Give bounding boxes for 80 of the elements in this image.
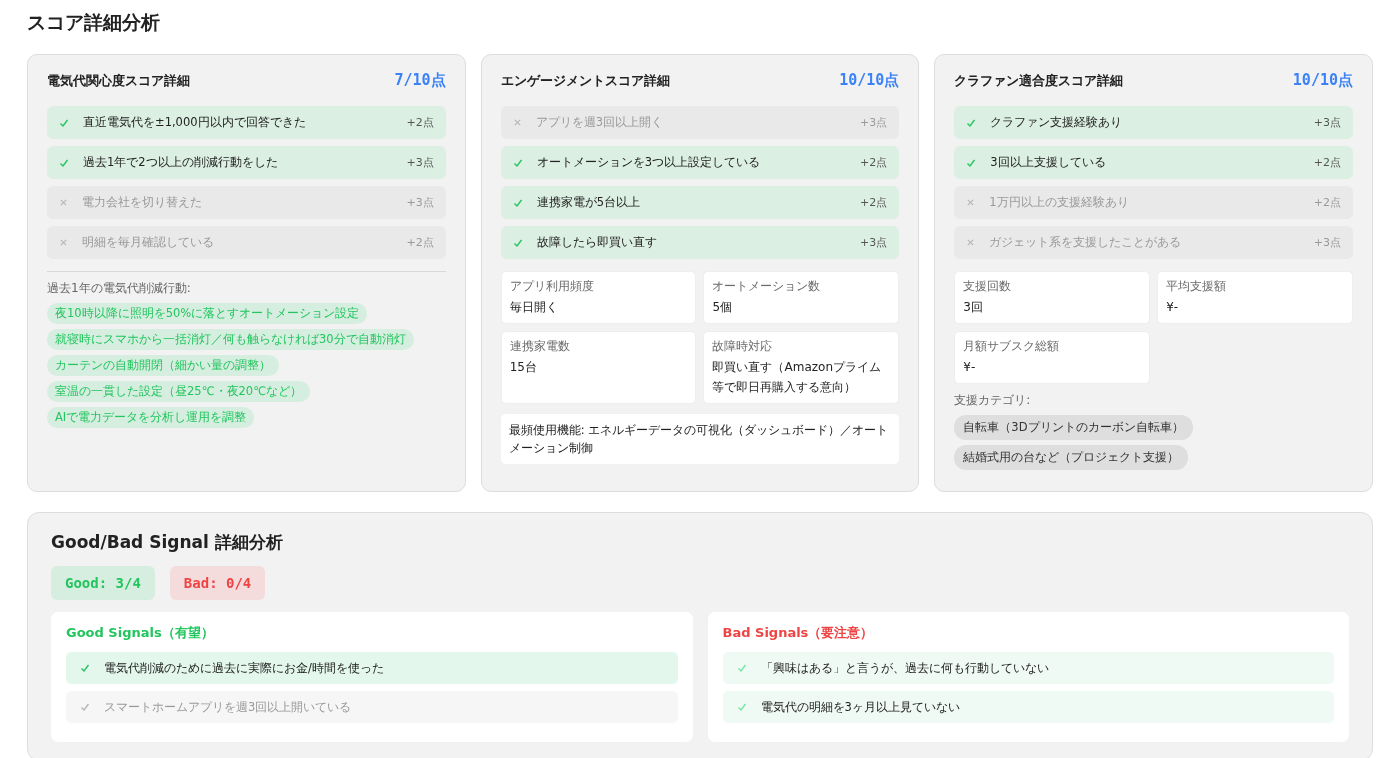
points: +3点 <box>406 155 434 170</box>
stat-value: 毎日開く <box>509 299 559 316</box>
feature-note: 最頻使用機能: エネルギーデータの可視化（ダッシュボード）／オートメーション制御 <box>500 414 900 464</box>
stat-value: ¥- <box>963 359 977 376</box>
score: 10/10点 <box>839 71 900 90</box>
criterion-row: 直近電気代を±1,000円以内で回答できた +2点 <box>47 106 446 139</box>
points: +3点 <box>860 235 888 250</box>
points: +2点 <box>1313 155 1341 170</box>
card-title: エンゲージメントスコア詳細 <box>500 71 670 90</box>
stat-label: 平均支援額 <box>1166 278 1228 295</box>
points: +2点 <box>860 195 888 210</box>
card-title: 電気代関心度スコア詳細 <box>47 71 190 90</box>
points: +2点 <box>1313 195 1341 210</box>
page-title: スコア詳細分析 <box>27 10 161 35</box>
stat-value: 即買い直す（Amazonプライム等で即日再購入する意向） <box>712 359 882 396</box>
tags-label: 支援カテゴリ: <box>954 392 1032 409</box>
stat-label: オートメーション数 <box>712 278 822 295</box>
check-icon <box>512 157 523 168</box>
stat-label: 月額サブスク総額 <box>963 338 1061 355</box>
check-icon <box>80 702 90 712</box>
cross-icon <box>59 238 68 247</box>
tags-label: 過去1年の電気代削減行動: <box>47 280 192 297</box>
score: 7/10点 <box>394 71 446 90</box>
stat-label: 支援回数 <box>963 278 1013 295</box>
criterion-row: 明細を毎月確認している +2点 <box>47 226 446 259</box>
check-icon <box>966 117 977 128</box>
check-icon <box>512 237 523 248</box>
criterion-row: 電力会社を切り替えた +3点 <box>47 186 446 219</box>
card-title: クラファン適合度スコア詳細 <box>954 71 1124 90</box>
cross-icon <box>59 198 68 207</box>
signal-row: 「興味はある」と言うが、過去に何も行動していない <box>722 652 1334 684</box>
stat-label: 故障時対応 <box>712 338 774 355</box>
signal-row: スマートホームアプリを週3回以上開いている <box>66 691 678 723</box>
tag: 自転車（3Dプリントのカーボン自転車） <box>954 415 1193 440</box>
stat-label: 連携家電数 <box>509 338 571 355</box>
cross-icon <box>966 238 976 247</box>
criterion-row: 連携家電が5台以上 +2点 <box>500 186 900 219</box>
criterion-row: ガジェット系を支援したことがある +3点 <box>954 226 1353 259</box>
stat-value: ¥- <box>1166 299 1180 316</box>
tag: AIで電力データを分析し運用を調整 <box>47 407 255 428</box>
stat-value: 5個 <box>712 299 734 316</box>
stat-value: 15台 <box>509 359 538 376</box>
points: +3点 <box>1313 235 1341 250</box>
criterion-row: クラファン支援経験あり +3点 <box>954 106 1353 139</box>
bad-count: Bad: 0/4 <box>169 566 266 600</box>
criterion-row: アプリを週3回以上開く +3点 <box>500 106 900 139</box>
stat-label: アプリ利用頻度 <box>509 278 595 295</box>
points: +2点 <box>860 155 888 170</box>
points: +3点 <box>860 115 888 130</box>
check-icon <box>59 117 69 128</box>
score: 10/10点 <box>1292 71 1353 90</box>
signal-row: 電気代の明細を3ヶ月以上見ていない <box>722 691 1334 723</box>
criterion-row: 3回以上支援している +2点 <box>954 146 1353 179</box>
tag: 室温の一貫した設定（昼25℃・夜20℃など） <box>47 381 311 402</box>
cross-icon <box>966 198 976 207</box>
stat-value: 3回 <box>963 299 984 316</box>
signal-row: 電気代削減のために過去に実際にお金/時間を使った <box>66 652 678 684</box>
column-title: Good Signals（有望） <box>66 624 215 642</box>
section-title: Good/Bad Signal 詳細分析 <box>51 531 284 554</box>
check-icon <box>736 702 747 712</box>
points: +2点 <box>406 235 434 250</box>
good-count: Good: 3/4 <box>51 566 155 600</box>
criterion-row: 過去1年で2つ以上の削減行動をした +3点 <box>47 146 446 179</box>
check-icon <box>966 157 977 168</box>
points: +2点 <box>406 115 434 130</box>
check-icon <box>512 197 523 208</box>
criterion-row: 1万円以上の支援経験あり +2点 <box>954 186 1353 219</box>
cross-icon <box>512 118 522 127</box>
tag: カーテンの自動開閉（細かい量の調整） <box>47 355 279 376</box>
criterion-row: 故障したら即買い直す +3点 <box>500 226 900 259</box>
criterion-row: オートメーションを3つ以上設定している +2点 <box>500 146 900 179</box>
tag: 夜10時以降に照明を50%に落とすオートメーション設定 <box>47 303 368 324</box>
check-icon <box>80 663 90 673</box>
check-icon <box>736 663 747 673</box>
points: +3点 <box>406 195 434 210</box>
points: +3点 <box>1313 115 1341 130</box>
check-icon <box>59 157 69 168</box>
tag: 結婚式用の台など（プロジェクト支援） <box>954 445 1189 470</box>
column-title: Bad Signals（要注意） <box>722 624 875 642</box>
tag: 就寝時にスマホから一括消灯／何も触らなければ30分で自動消灯 <box>47 329 414 350</box>
